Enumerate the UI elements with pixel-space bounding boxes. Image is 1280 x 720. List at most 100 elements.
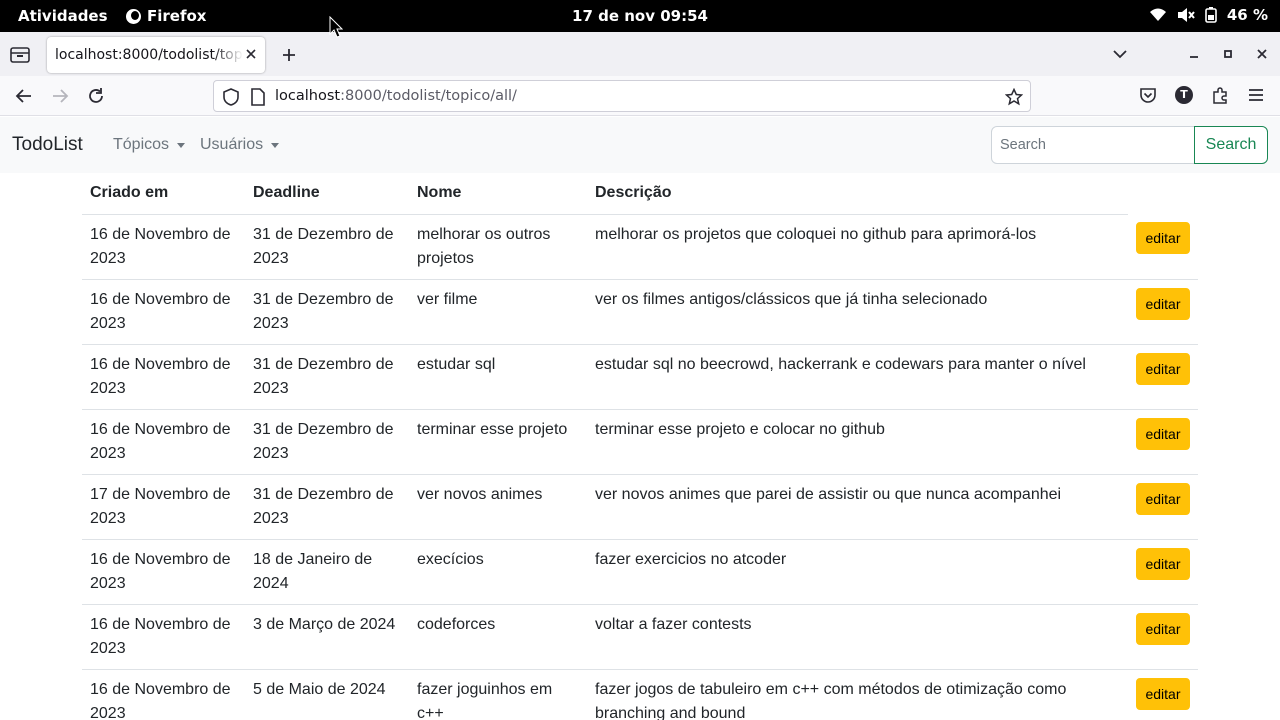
forward-icon[interactable] bbox=[50, 86, 70, 106]
edit-button[interactable]: editar bbox=[1136, 287, 1190, 320]
brand-link[interactable]: TodoList bbox=[12, 134, 83, 156]
cell-created: 16 de Novembro de 2023 bbox=[82, 604, 245, 670]
browser-toolbar: localhost:8000/todolist/topico/all/ T bbox=[0, 76, 1280, 116]
cell-created: 16 de Novembro de 2023 bbox=[82, 344, 245, 410]
edit-button[interactable]: editar bbox=[1136, 612, 1190, 645]
list-all-tabs-icon[interactable] bbox=[1112, 46, 1128, 62]
menu-icon[interactable] bbox=[1247, 86, 1265, 104]
url-host: localhost bbox=[275, 88, 341, 104]
cell-name: estudar sql bbox=[409, 344, 587, 410]
cell-actions: editar bbox=[1128, 539, 1198, 605]
mouse-cursor-icon bbox=[329, 16, 343, 38]
cell-deadline: 5 de Maio de 2024 bbox=[245, 669, 409, 720]
system-top-bar: Atividades Firefox 17 de nov 09:54 46 % bbox=[0, 0, 1280, 32]
address-bar[interactable]: localhost:8000/todolist/topico/all/ bbox=[213, 80, 1031, 112]
page-info-icon[interactable] bbox=[250, 88, 266, 106]
reload-icon[interactable] bbox=[86, 86, 106, 106]
edit-button[interactable]: editar bbox=[1136, 547, 1190, 580]
cell-description: estudar sql no beecrowd, hackerrank e co… bbox=[587, 344, 1128, 410]
volume-muted-icon bbox=[1177, 8, 1195, 22]
cell-description: ver os filmes antigos/clássicos que já t… bbox=[587, 279, 1128, 345]
caret-down-icon bbox=[177, 142, 186, 148]
clock[interactable]: 17 de nov 09:54 bbox=[0, 7, 1280, 25]
cell-name: terminar esse projeto bbox=[409, 409, 587, 475]
edit-button[interactable]: editar bbox=[1136, 222, 1190, 254]
maximize-icon[interactable] bbox=[1220, 46, 1236, 62]
firefox-view-icon[interactable] bbox=[8, 44, 32, 66]
tab-strip: localhost:8000/todolist/topico/all/ bbox=[0, 32, 1280, 76]
cell-description: terminar esse projeto e colocar no githu… bbox=[587, 409, 1128, 475]
pocket-icon[interactable] bbox=[1139, 86, 1157, 104]
header-created: Criado em bbox=[82, 173, 245, 215]
cell-actions: editar bbox=[1128, 279, 1198, 345]
app-navbar: TodoList Tópicos Usuários Search bbox=[0, 117, 1280, 173]
tab-title: localhost:8000/todolist/topico/all/ bbox=[55, 47, 243, 63]
header-name: Nome bbox=[409, 173, 587, 215]
header-description: Descrição bbox=[587, 173, 1128, 215]
cell-actions: editar bbox=[1128, 474, 1198, 540]
active-tab[interactable]: localhost:8000/todolist/topico/all/ bbox=[47, 37, 265, 73]
new-tab-icon[interactable] bbox=[280, 46, 298, 64]
cell-name: codeforces bbox=[409, 604, 587, 670]
cell-description: voltar a fazer contests bbox=[587, 604, 1128, 670]
minimize-icon[interactable] bbox=[1186, 46, 1202, 62]
url-text[interactable]: localhost:8000/todolist/topico/all/ bbox=[275, 88, 517, 104]
cell-deadline: 31 de Dezembro de 2023 bbox=[245, 279, 409, 345]
caret-down-icon bbox=[271, 142, 280, 148]
cell-deadline: 31 de Dezembro de 2023 bbox=[245, 474, 409, 540]
cell-deadline: 18 de Janeiro de 2024 bbox=[245, 539, 409, 605]
table-row: 16 de Novembro de 2023 31 de Dezembro de … bbox=[82, 214, 1198, 280]
url-path: :8000/todolist/topico/all/ bbox=[340, 88, 517, 104]
tracking-protection-icon[interactable] bbox=[222, 88, 240, 106]
topics-table: Criado em Deadline Nome Descrição 16 de … bbox=[82, 173, 1198, 720]
table-row: 17 de Novembro de 2023 31 de Dezembro de … bbox=[82, 474, 1198, 540]
cell-created: 16 de Novembro de 2023 bbox=[82, 539, 245, 605]
menu-usuarios-dropdown[interactable]: Usuários bbox=[200, 136, 280, 154]
table-row: 16 de Novembro de 2023 18 de Janeiro de 2… bbox=[82, 539, 1198, 605]
cell-actions: editar bbox=[1128, 669, 1198, 720]
cell-actions: editar bbox=[1128, 409, 1198, 475]
cell-name: execícios bbox=[409, 539, 587, 605]
cell-deadline: 31 de Dezembro de 2023 bbox=[245, 214, 409, 280]
table-row: 16 de Novembro de 2023 5 de Maio de 2024 f… bbox=[82, 669, 1198, 720]
battery-percent: 46 % bbox=[1226, 6, 1268, 24]
cell-created: 17 de Novembro de 2023 bbox=[82, 474, 245, 540]
cell-deadline: 3 de Março de 2024 bbox=[245, 604, 409, 670]
topics-table-container: Criado em Deadline Nome Descrição 16 de … bbox=[82, 173, 1198, 720]
table-row: 16 de Novembro de 2023 31 de Dezembro de … bbox=[82, 344, 1198, 410]
system-tray[interactable]: 46 % bbox=[1149, 6, 1268, 24]
wifi-icon bbox=[1149, 8, 1166, 21]
search-button[interactable]: Search bbox=[1194, 126, 1268, 164]
edit-button[interactable]: editar bbox=[1136, 352, 1190, 385]
close-window-icon[interactable] bbox=[1254, 46, 1270, 62]
cell-actions: editar bbox=[1128, 214, 1198, 280]
extensions-icon[interactable] bbox=[1211, 86, 1229, 104]
table-header-row: Criado em Deadline Nome Descrição bbox=[82, 173, 1198, 215]
cell-name: ver novos animes bbox=[409, 474, 587, 540]
cell-created: 16 de Novembro de 2023 bbox=[82, 669, 245, 720]
cell-actions: editar bbox=[1128, 344, 1198, 410]
cell-description: melhorar os projetos que coloquei no git… bbox=[587, 214, 1128, 280]
edit-button[interactable]: editar bbox=[1136, 482, 1190, 515]
cell-deadline: 31 de Dezembro de 2023 bbox=[245, 344, 409, 410]
edit-button[interactable]: editar bbox=[1136, 417, 1190, 450]
search-input[interactable] bbox=[991, 126, 1195, 164]
cell-name: fazer joguinhos em c++ bbox=[409, 669, 587, 720]
bookmark-star-icon[interactable] bbox=[1005, 88, 1023, 106]
cell-description: fazer jogos de tabuleiro em c++ com méto… bbox=[587, 669, 1128, 720]
close-tab-icon[interactable] bbox=[243, 46, 259, 62]
back-icon[interactable] bbox=[14, 86, 34, 106]
cell-deadline: 31 de Dezembro de 2023 bbox=[245, 409, 409, 475]
cell-name: melhorar os outros projetos bbox=[409, 214, 587, 280]
menu-topicos-dropdown[interactable]: Tópicos bbox=[113, 136, 186, 154]
cell-actions: editar bbox=[1128, 604, 1198, 670]
table-row: 16 de Novembro de 2023 3 de Março de 2024… bbox=[82, 604, 1198, 670]
cell-name: ver filme bbox=[409, 279, 587, 345]
account-avatar[interactable]: T bbox=[1175, 86, 1193, 104]
battery-icon bbox=[1205, 7, 1217, 23]
menu-usuarios-label: Usuários bbox=[200, 136, 264, 153]
edit-button[interactable]: editar bbox=[1136, 677, 1190, 710]
cell-description: ver novos animes que parei de assistir o… bbox=[587, 474, 1128, 540]
table-row: 16 de Novembro de 2023 31 de Dezembro de … bbox=[82, 409, 1198, 475]
cell-created: 16 de Novembro de 2023 bbox=[82, 279, 245, 345]
